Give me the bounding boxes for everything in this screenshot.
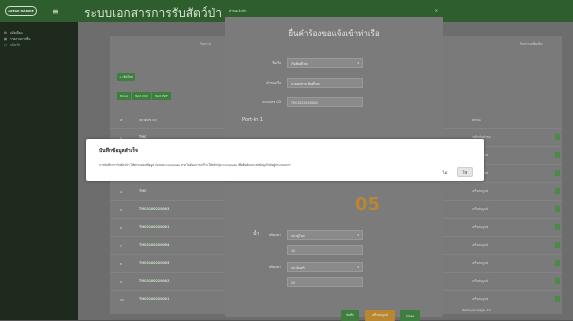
- modal-header: คำขอแจ้งเข้า ×: [225, 5, 443, 17]
- row-status: เสร็จสมบูรณ์: [472, 261, 489, 265]
- row-action-button[interactable]: [555, 260, 560, 266]
- section-title-left: รับถาวร: [200, 42, 212, 46]
- amount-value-1: 10: [291, 248, 296, 253]
- sidebar: eREGR MARINE ≡ ⚙ แจ้งเตือน ▤ รายงานการยื…: [0, 0, 78, 320]
- species-select-2[interactable]: ปลาอินทรี ▾: [287, 262, 363, 272]
- row-action-button[interactable]: [555, 278, 560, 284]
- sidebar-item-label: รายงานการยื่น: [10, 36, 31, 41]
- row-action-button[interactable]: [555, 152, 560, 158]
- chevron-down-icon: ▾: [357, 265, 359, 269]
- menu-icon[interactable]: ≡: [52, 7, 59, 16]
- sidebar-item-label: แจ้งเตือน: [9, 30, 23, 35]
- amount-field-2[interactable]: 20: [287, 277, 363, 287]
- close-icon[interactable]: ×: [435, 8, 438, 13]
- species-label-1: ชนิดปลา: [268, 233, 281, 237]
- modal-title: ยื่นคำร้องขอแจ้งเข้าท่าเรือ: [288, 29, 380, 38]
- amount-field-1[interactable]: 10: [287, 245, 363, 255]
- owner-value: นายสมชาย พิมพ์ไทย: [291, 81, 320, 86]
- circle-icon: ○: [4, 43, 7, 47]
- save-button[interactable]: บันทึก: [341, 310, 359, 321]
- field-label-owner: เจ้าของเรือ: [265, 81, 281, 85]
- vessel-select[interactable]: เรือพิมพ์ไทย ▾: [287, 58, 363, 68]
- species-value-1: ปลาทูไทย: [291, 233, 305, 238]
- yes-button[interactable]: ใช่: [457, 167, 473, 177]
- row-action-button[interactable]: [555, 224, 560, 230]
- row-index: 9: [120, 280, 122, 284]
- row-cd-number[interactable]: THC0100220001: [139, 297, 169, 301]
- column-header-index: #: [120, 118, 123, 122]
- brand-bar: eREGR MARINE ≡: [0, 0, 78, 22]
- complete-button[interactable]: เสร็จสมบูรณ์: [365, 310, 395, 321]
- row-cd-number[interactable]: THC0100220004: [139, 243, 169, 247]
- no-button[interactable]: ไม่: [437, 167, 453, 177]
- row-action-button[interactable]: [555, 206, 560, 212]
- pagination[interactable]: Items per page: 10: [462, 308, 491, 312]
- row-index: 5: [120, 208, 122, 212]
- export-csv-button[interactable]: Text CSV: [131, 92, 152, 100]
- cd-number-field[interactable]: THC0210520002: [287, 97, 363, 107]
- quantity-display: 05: [355, 194, 381, 215]
- row-action-button[interactable]: [555, 296, 560, 302]
- export-buttons: Excel Text CSV Text PDF: [117, 92, 171, 100]
- document-icon: ▤: [4, 37, 8, 41]
- row-cd-number[interactable]: THC0100220001: [139, 225, 169, 229]
- row-index: 7: [120, 244, 122, 248]
- row-action-button[interactable]: [555, 134, 560, 140]
- row-cd-number[interactable]: THC0100220003: [139, 207, 169, 211]
- row-status: เสร็จสมบูรณ์: [472, 225, 489, 229]
- row-index: 8: [120, 262, 122, 266]
- row-status: เสร็จสมบูรณ์: [472, 297, 489, 301]
- sidebar-item-label: แจ้งเข้า: [9, 42, 21, 47]
- owner-field[interactable]: นายสมชาย พิมพ์ไทย: [287, 78, 363, 88]
- species-label-2: ชนิดปลา: [268, 265, 281, 269]
- export-pdf-button[interactable]: Text PDF: [152, 92, 171, 100]
- column-header-status: สถานะ: [472, 118, 481, 122]
- row-action-button[interactable]: [555, 188, 560, 194]
- export-excel-button[interactable]: Excel: [117, 92, 131, 100]
- column-header-code: หมายเลข CD: [139, 118, 157, 122]
- confirm-dialog: บันทึกข้อมูลสำเร็จ การบันทึกการรับสัตว์ป…: [86, 139, 484, 181]
- sidebar-item-port-in[interactable]: ○ แจ้งเข้า: [0, 42, 78, 48]
- vessel-value: เรือพิมพ์ไทย: [291, 61, 308, 66]
- section-title-right: กิจกรรมเพิ่มเติม: [520, 42, 543, 46]
- species-value-2: ปลาอินทรี: [291, 265, 305, 270]
- row-cd-number[interactable]: THC0100220002: [139, 279, 169, 283]
- gear-icon: ⚙: [4, 31, 7, 35]
- species-select-1[interactable]: ปลาทูไทย ▾: [287, 230, 363, 240]
- row-cd-number[interactable]: THC: [139, 189, 146, 193]
- add-new-button[interactable]: + เพิ่มใหม่: [117, 73, 135, 81]
- row-status: เสร็จสมบูรณ์: [472, 207, 489, 211]
- dialog-message: การบันทึกการรับสัตว์ป่า ให้ตรวจสอบข้อมูล…: [99, 163, 291, 167]
- app-logo: eREGR MARINE: [5, 6, 37, 16]
- chevron-down-icon: ▾: [357, 61, 359, 65]
- amount-value-2: 20: [291, 280, 296, 285]
- modal-header-label: คำขอแจ้งเข้า: [229, 9, 247, 13]
- row-status: เสร็จสมบูรณ์: [472, 243, 489, 247]
- row-action-button[interactable]: [555, 242, 560, 248]
- row-index: 6: [120, 226, 122, 230]
- row-index: 10: [120, 298, 124, 302]
- field-label-vessel: ชื่อเรือ: [272, 61, 281, 65]
- row-status: เสร็จสมบูรณ์: [472, 279, 489, 283]
- row-cd-number[interactable]: THC0100220003: [139, 261, 169, 265]
- row-index: 4: [120, 190, 122, 194]
- cd-number-value: THC0210520002: [291, 100, 318, 105]
- row-action-button[interactable]: [555, 170, 560, 176]
- chevron-down-icon: ▾: [357, 233, 359, 237]
- port-in-heading: Port-in 1: [242, 117, 264, 123]
- page-title: ระบบเอกสารการรับสัตว์ป่า: [84, 6, 222, 20]
- row-status: เสร็จสมบูรณ์: [472, 189, 489, 193]
- field-label-cd: หมายเลข CD: [262, 100, 281, 104]
- close-button[interactable]: Close: [400, 310, 420, 321]
- dialog-title: บันทึกข้อมูลสำเร็จ: [99, 148, 138, 154]
